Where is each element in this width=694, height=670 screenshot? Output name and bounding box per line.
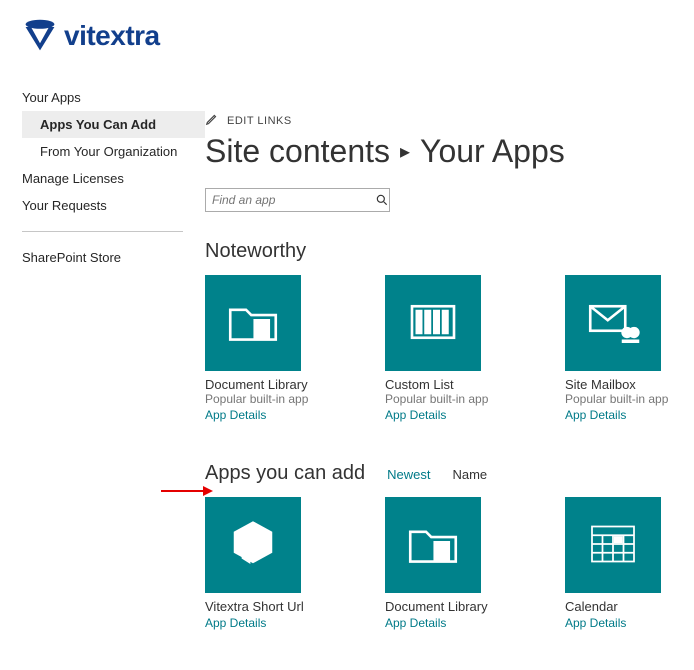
tile-title: Document Library (385, 599, 505, 614)
search-icon[interactable] (375, 193, 389, 207)
cube-icon (225, 516, 281, 575)
tile-custom-list: Custom List Popular built-in app App Det… (385, 275, 505, 422)
tile-title: Site Mailbox (565, 377, 685, 392)
tile-document-library-launch[interactable] (205, 275, 301, 371)
app-details-link[interactable]: App Details (385, 408, 505, 422)
tile-document-library-2: Document Library App Details (385, 497, 505, 630)
section-can-add-header: Apps you can add Newest Name (205, 462, 694, 485)
tile-vitextra-short-url: Vitextra Short Url App Details (205, 497, 325, 630)
main-content: EDIT LINKS Site contents ▸ Your Apps Not… (205, 84, 694, 670)
tile-calendar: Calendar App Details (565, 497, 685, 630)
tile-site-mailbox: Site Mailbox Popular built-in app App De… (565, 275, 685, 422)
tile-document-library-2-launch[interactable] (385, 497, 481, 593)
app-details-link[interactable]: App Details (565, 616, 685, 630)
tile-title: Document Library (205, 377, 325, 392)
sidebar-nav: Your Apps Apps You Can Add From Your Org… (0, 84, 205, 670)
sidebar-divider (22, 231, 183, 232)
section-noteworthy-title: Noteworthy (205, 240, 694, 263)
tile-site-mailbox-launch[interactable] (565, 275, 661, 371)
breadcrumb-current: Your Apps (420, 133, 565, 170)
app-details-link[interactable]: App Details (205, 408, 325, 422)
tile-subtitle: Popular built-in app (385, 392, 505, 406)
folder-doc-icon (405, 516, 461, 575)
pencil-icon (205, 112, 219, 129)
can-add-row: Vitextra Short Url App Details Document … (205, 497, 694, 630)
sidebar-item-manage-licenses[interactable]: Manage Licenses (22, 165, 205, 192)
noteworthy-row: Document Library Popular built-in app Ap… (205, 275, 694, 422)
folder-doc-icon (225, 294, 281, 353)
tile-title: Calendar (565, 599, 685, 614)
tile-custom-list-launch[interactable] (385, 275, 481, 371)
section-can-add-title: Apps you can add (205, 462, 365, 485)
breadcrumb-parent[interactable]: Site contents (205, 133, 390, 170)
app-details-link[interactable]: App Details (205, 616, 325, 630)
breadcrumb: Site contents ▸ Your Apps (205, 133, 694, 170)
brand-name: vitextra (64, 20, 160, 52)
app-details-link[interactable]: App Details (565, 408, 685, 422)
edit-links-button[interactable]: EDIT LINKS (205, 112, 694, 129)
chevron-right-icon: ▸ (400, 139, 410, 164)
sidebar-item-your-requests[interactable]: Your Requests (22, 192, 205, 219)
sidebar-item-from-your-org[interactable]: From Your Organization (22, 138, 205, 165)
tile-subtitle: Popular built-in app (565, 392, 685, 406)
edit-links-label: EDIT LINKS (227, 115, 292, 127)
sidebar-item-your-apps[interactable]: Your Apps (22, 84, 205, 111)
tile-calendar-launch[interactable] (565, 497, 661, 593)
columns-icon (405, 294, 461, 353)
sort-name-link[interactable]: Name (452, 467, 487, 482)
tile-title: Vitextra Short Url (205, 599, 325, 614)
brand-logo: vitextra (0, 0, 694, 84)
sort-newest-link[interactable]: Newest (387, 467, 430, 482)
search-input[interactable] (206, 189, 375, 211)
tile-subtitle: Popular built-in app (205, 392, 325, 406)
mailbox-icon (585, 294, 641, 353)
sidebar-item-sharepoint-store[interactable]: SharePoint Store (22, 244, 205, 271)
calendar-icon (585, 516, 641, 575)
search-box[interactable] (205, 188, 390, 212)
tile-vitextra-short-url-launch[interactable] (205, 497, 301, 593)
app-details-link[interactable]: App Details (385, 616, 505, 630)
sidebar-item-apps-you-can-add[interactable]: Apps You Can Add (22, 111, 205, 138)
brand-mark-icon (22, 18, 58, 54)
tile-title: Custom List (385, 377, 505, 392)
tile-document-library: Document Library Popular built-in app Ap… (205, 275, 325, 422)
